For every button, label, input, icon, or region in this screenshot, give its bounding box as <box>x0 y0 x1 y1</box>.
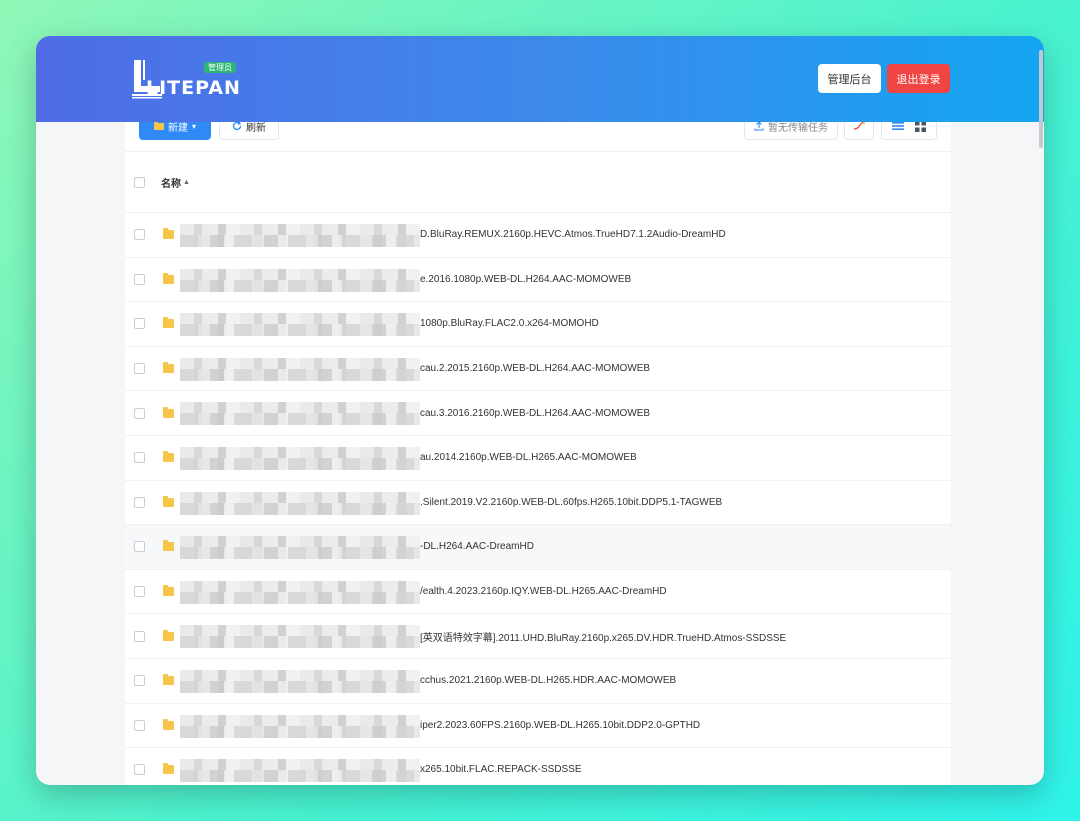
table-row[interactable]: 1080p.BluRay.FLAC2.0.x264-MOMOHD <box>125 302 951 347</box>
list-view-icon[interactable] <box>891 121 904 131</box>
row-checkbox[interactable] <box>134 541 145 553</box>
row-checkbox[interactable] <box>134 407 145 419</box>
row-checkbox[interactable] <box>134 318 145 330</box>
folder-icon <box>163 585 174 597</box>
folder-icon <box>163 228 174 240</box>
table-row[interactable]: cau.2.2015.2160p.WEB-DL.H264.AAC-MOMOWEB <box>125 347 951 392</box>
file-name[interactable]: cau.3.2016.2160p.WEB-DL.H264.AAC-MOMOWEB <box>420 408 650 419</box>
redacted-mosaic <box>180 714 420 738</box>
file-name[interactable]: .Silent.2019.V2.2160p.WEB-DL.60fps.H265.… <box>420 497 722 508</box>
folder-icon <box>163 451 174 463</box>
admin-badge: 管理员 <box>204 62 236 73</box>
redacted-mosaic <box>180 357 420 381</box>
refresh-icon <box>232 121 242 131</box>
row-checkbox[interactable] <box>134 229 145 241</box>
admin-console-button[interactable]: 管理后台 <box>818 64 881 93</box>
file-name[interactable]: cau.2.2015.2160p.WEB-DL.H264.AAC-MOMOWEB <box>420 363 650 374</box>
app-window: LITEPAN 管理员 管理后台 退出登录 新建 ▾ 刷新 暂无传输任务 名称 … <box>36 36 1044 785</box>
redacted-mosaic <box>180 669 420 693</box>
row-checkbox[interactable] <box>134 675 145 687</box>
folder-icon <box>163 495 174 507</box>
table-row[interactable]: au.2014.2160p.WEB-DL.H265.AAC-MOMOWEB <box>125 436 951 481</box>
row-checkbox[interactable] <box>134 630 145 642</box>
table-row[interactable]: -DL.H264.AAC-DreamHD <box>125 525 951 570</box>
folder-icon <box>153 122 164 130</box>
file-name[interactable]: -DL.H264.AAC-DreamHD <box>420 541 534 552</box>
folder-icon <box>163 763 174 775</box>
file-name[interactable]: au.2014.2160p.WEB-DL.H265.AAC-MOMOWEB <box>420 452 637 463</box>
table-row[interactable]: [英双语特效字幕].2011.UHD.BluRay.2160p.x265.DV.… <box>125 614 951 659</box>
folder-icon <box>163 362 174 374</box>
file-name[interactable]: cchus.2021.2160p.WEB-DL.H265.HDR.AAC-MOM… <box>420 675 676 686</box>
table-row[interactable]: /ealth.4.2023.2160p.IQY.WEB-DL.H265.AAC-… <box>125 570 951 615</box>
table-row[interactable]: cchus.2021.2160p.WEB-DL.H265.HDR.AAC-MOM… <box>125 659 951 704</box>
redacted-mosaic <box>180 313 420 337</box>
logo[interactable]: LITEPAN 管理员 <box>132 58 242 100</box>
redacted-mosaic <box>180 759 420 783</box>
redacted-mosaic <box>180 491 420 515</box>
file-name[interactable]: 1080p.BluRay.FLAC2.0.x264-MOMOHD <box>420 318 599 329</box>
file-rows: D.BluRay.REMUX.2160p.HEVC.Atmos.TrueHD7.… <box>125 213 951 785</box>
table-row[interactable]: cau.3.2016.2160p.WEB-DL.H264.AAC-MOMOWEB <box>125 391 951 436</box>
grid-view-icon[interactable] <box>915 120 927 132</box>
trend-icon <box>853 121 865 130</box>
folder-icon <box>163 317 174 329</box>
file-list-panel: 新建 ▾ 刷新 暂无传输任务 名称 ▲ D.BluRay.REMUX.2160p… <box>125 104 951 785</box>
table-row[interactable]: iper2.2023.60FPS.2160p.WEB-DL.H265.10bit… <box>125 704 951 749</box>
chevron-down-icon: ▾ <box>191 121 196 131</box>
row-checkbox[interactable] <box>134 452 145 464</box>
folder-icon <box>163 272 174 284</box>
logout-button[interactable]: 退出登录 <box>887 64 950 93</box>
folder-icon <box>163 718 174 730</box>
redacted-mosaic <box>180 224 420 247</box>
redacted-mosaic <box>180 625 420 649</box>
folder-icon <box>163 406 174 418</box>
file-name[interactable]: D.BluRay.REMUX.2160p.HEVC.Atmos.TrueHD7.… <box>420 229 726 240</box>
redacted-mosaic <box>180 402 420 426</box>
file-name[interactable]: /ealth.4.2023.2160p.IQY.WEB-DL.H265.AAC-… <box>420 586 667 597</box>
table-row[interactable]: .Silent.2019.V2.2160p.WEB-DL.60fps.H265.… <box>125 481 951 526</box>
folder-icon <box>163 540 174 552</box>
row-checkbox[interactable] <box>134 586 145 598</box>
table-header: 名称 ▲ <box>125 152 951 213</box>
row-checkbox[interactable] <box>134 764 145 776</box>
redacted-mosaic <box>180 268 420 292</box>
top-header: LITEPAN 管理员 管理后台 退出登录 <box>36 36 1044 122</box>
file-name[interactable]: [英双语特效字幕].2011.UHD.BluRay.2160p.x265.DV.… <box>420 629 786 644</box>
table-row[interactable]: D.BluRay.REMUX.2160p.HEVC.Atmos.TrueHD7.… <box>125 213 951 258</box>
row-checkbox[interactable] <box>134 363 145 375</box>
file-name[interactable]: iper2.2023.60FPS.2160p.WEB-DL.H265.10bit… <box>420 720 700 731</box>
folder-icon <box>163 674 174 686</box>
file-name[interactable]: e.2016.1080p.WEB-DL.H264.AAC-MOMOWEB <box>420 274 631 285</box>
redacted-mosaic <box>180 536 420 560</box>
table-row[interactable]: x265.10bit.FLAC.REPACK-SSDSSE <box>125 748 951 785</box>
file-name[interactable]: x265.10bit.FLAC.REPACK-SSDSSE <box>420 764 582 775</box>
redacted-mosaic <box>180 446 420 470</box>
sort-asc-icon[interactable]: ▲ <box>183 179 190 186</box>
logo-text: LITEPAN <box>146 77 241 99</box>
select-all-checkbox[interactable] <box>134 176 145 188</box>
scrollbar-thumb[interactable] <box>1039 50 1043 148</box>
column-name-header[interactable]: 名称 <box>161 175 181 190</box>
row-checkbox[interactable] <box>134 719 145 731</box>
table-row[interactable]: e.2016.1080p.WEB-DL.H264.AAC-MOMOWEB <box>125 258 951 303</box>
folder-icon <box>163 629 174 641</box>
upload-icon <box>754 121 764 131</box>
redacted-mosaic <box>180 580 420 604</box>
row-checkbox[interactable] <box>134 496 145 508</box>
row-checkbox[interactable] <box>134 273 145 285</box>
